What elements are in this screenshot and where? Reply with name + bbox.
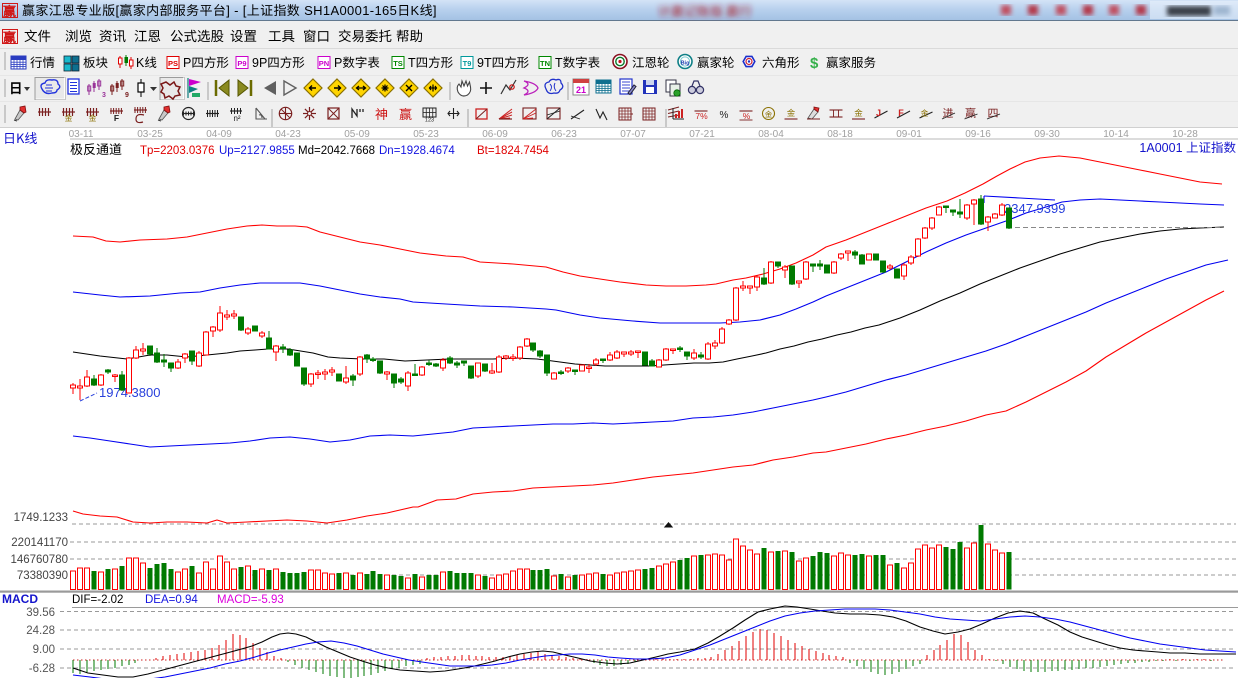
svg-text:F: F xyxy=(114,113,119,123)
svg-text:Tp=2203.0376: Tp=2203.0376 xyxy=(140,145,215,157)
svg-text:帮助: 帮助 xyxy=(396,29,423,44)
svg-text:DEA=0.94: DEA=0.94 xyxy=(145,594,198,606)
svg-text:2347.9399: 2347.9399 xyxy=(1004,201,1065,216)
svg-text:F: F xyxy=(898,108,904,118)
svg-text:05-09: 05-09 xyxy=(344,129,370,140)
svg-text:06-23: 06-23 xyxy=(551,129,577,140)
svg-text:21: 21 xyxy=(576,85,586,95)
svg-text:工具: 工具 xyxy=(268,29,295,44)
svg-text:P数字表: P数字表 xyxy=(334,56,380,70)
svg-text:08-18: 08-18 xyxy=(827,129,853,140)
svg-text:n²: n² xyxy=(233,114,240,123)
svg-text:24.28: 24.28 xyxy=(26,625,55,637)
svg-text:%: % xyxy=(720,110,729,121)
svg-text:10-14: 10-14 xyxy=(1103,129,1129,140)
svg-text:金: 金 xyxy=(65,114,73,123)
svg-text:9P四方形: 9P四方形 xyxy=(252,56,305,70)
svg-text:%: % xyxy=(743,111,751,121)
svg-text:赢家服务: 赢家服务 xyxy=(826,56,877,70)
svg-text:73380390: 73380390 xyxy=(17,570,68,582)
svg-text:P四方形: P四方形 xyxy=(183,56,229,70)
svg-text:赢家江恩专业版[赢家内部服务平台] - [上证指数 SH1: 赢家江恩专业版[赢家内部服务平台] - [上证指数 SH1A0001-165日K… xyxy=(22,3,437,18)
svg-text:K线: K线 xyxy=(136,56,157,70)
svg-text:P9: P9 xyxy=(237,59,246,68)
svg-text:09-01: 09-01 xyxy=(896,129,922,140)
svg-text:板块: 板块 xyxy=(83,56,109,70)
svg-text:文件: 文件 xyxy=(24,29,51,44)
svg-text:日K线: 日K线 xyxy=(3,128,37,147)
svg-text:Dn=1928.4674: Dn=1928.4674 xyxy=(379,145,455,157)
svg-text:9.00: 9.00 xyxy=(33,644,55,656)
svg-text:计赢记账版 赢行: 计赢记账版 赢行 xyxy=(658,1,752,20)
svg-text:DIF=-2.02: DIF=-2.02 xyxy=(72,594,123,606)
svg-text:04-23: 04-23 xyxy=(275,129,301,140)
svg-text:江恩轮: 江恩轮 xyxy=(632,56,670,70)
svg-text:赢家轮: 赢家轮 xyxy=(697,56,735,70)
svg-text:赢: 赢 xyxy=(3,30,16,45)
svg-text:极反通道: 极反通道 xyxy=(70,142,122,157)
svg-text:03-25: 03-25 xyxy=(137,129,163,140)
svg-text:06-09: 06-09 xyxy=(482,129,508,140)
svg-text:MACD: MACD xyxy=(2,592,38,606)
svg-text:146760780: 146760780 xyxy=(10,554,68,566)
svg-text:Md=2042.7668: Md=2042.7668 xyxy=(298,145,375,157)
svg-text:T数字表: T数字表 xyxy=(555,56,601,70)
svg-text:T四方形: T四方形 xyxy=(408,56,454,70)
svg-text:J: J xyxy=(876,108,881,118)
svg-text:TS: TS xyxy=(393,59,403,68)
svg-text:$: $ xyxy=(810,55,819,72)
svg-text:TN: TN xyxy=(540,59,550,68)
svg-text:Up=2127.9855: Up=2127.9855 xyxy=(219,145,295,157)
svg-text:08-04: 08-04 xyxy=(758,129,784,140)
svg-text:3: 3 xyxy=(102,92,106,99)
svg-text:公式选股: 公式选股 xyxy=(170,29,224,44)
svg-text:设置: 设置 xyxy=(230,29,257,44)
svg-text:赢: 赢 xyxy=(3,4,16,19)
svg-text:行情: 行情 xyxy=(30,56,55,70)
svg-text:09-16: 09-16 xyxy=(965,129,991,140)
svg-text:PS: PS xyxy=(168,59,178,68)
svg-text:-6.28: -6.28 xyxy=(29,663,55,675)
svg-text:进: 进 xyxy=(943,105,954,121)
svg-text:9T四方形: 9T四方形 xyxy=(477,56,530,70)
svg-text:9: 9 xyxy=(125,92,129,99)
svg-text:江恩: 江恩 xyxy=(134,29,161,44)
svg-text:09-30: 09-30 xyxy=(1034,129,1060,140)
svg-text:MACD=-5.93: MACD=-5.93 xyxy=(217,594,284,606)
svg-text:7%: 7% xyxy=(695,111,708,121)
svg-text:资讯: 资讯 xyxy=(99,29,126,44)
svg-text:浏览: 浏览 xyxy=(65,29,92,44)
svg-text:PN: PN xyxy=(319,59,329,68)
svg-text:04-09: 04-09 xyxy=(206,129,232,140)
svg-text:窗口: 窗口 xyxy=(303,29,330,44)
svg-text:10-28: 10-28 xyxy=(1172,129,1198,140)
svg-text:1749.1233: 1749.1233 xyxy=(14,512,68,524)
svg-text:05-23: 05-23 xyxy=(413,129,439,140)
svg-text:123: 123 xyxy=(425,118,434,124)
svg-text:六角形: 六角形 xyxy=(762,56,800,70)
svg-text:交易委托: 交易委托 xyxy=(338,29,392,44)
svg-text:金: 金 xyxy=(765,109,773,120)
svg-text:金: 金 xyxy=(89,114,97,123)
svg-text:日: 日 xyxy=(9,81,23,96)
svg-text:金: 金 xyxy=(854,107,863,119)
svg-text:1A0001 上证指数: 1A0001 上证指数 xyxy=(1139,141,1236,155)
svg-text:220141170: 220141170 xyxy=(11,537,68,549)
svg-text:神: 神 xyxy=(375,104,388,123)
svg-text:Bt=1824.7454: Bt=1824.7454 xyxy=(477,145,550,157)
svg-text:03-11: 03-11 xyxy=(69,129,94,140)
svg-text:金: 金 xyxy=(787,107,796,119)
svg-text:金: 金 xyxy=(921,108,929,119)
svg-text:赢: 赢 xyxy=(399,104,412,123)
svg-text:07-21: 07-21 xyxy=(689,129,715,140)
svg-text:Big: Big xyxy=(681,61,690,67)
svg-text:39.56: 39.56 xyxy=(26,607,55,619)
svg-text:T9: T9 xyxy=(463,59,472,68)
svg-text:07-07: 07-07 xyxy=(620,129,646,140)
